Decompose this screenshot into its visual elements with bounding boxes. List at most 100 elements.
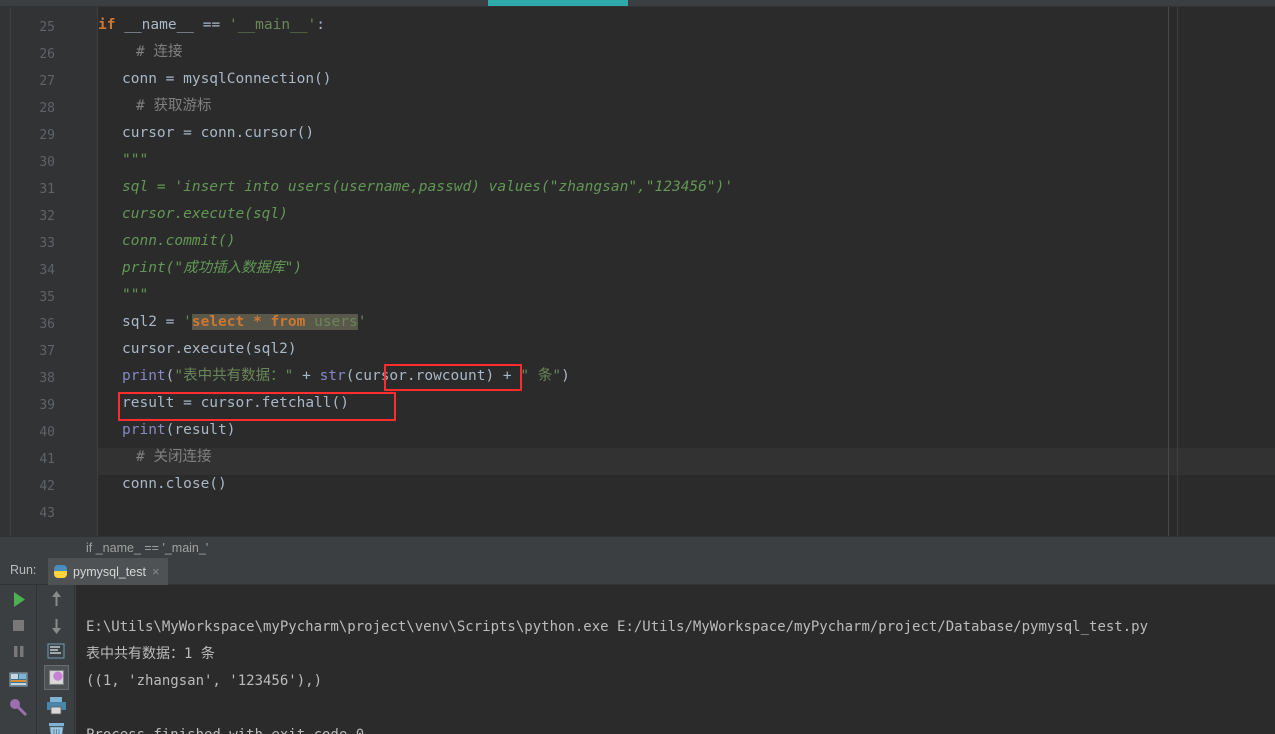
pause-icon (14, 646, 24, 657)
console-line-command: E:\Utils\MyWorkspace\myPycharm\project\v… (86, 619, 1149, 635)
string-rowcount-suffix: " 条" (520, 368, 562, 384)
run-toolbar-right (38, 585, 75, 734)
run-tab-pymysql-test[interactable]: pymysql_test × (48, 558, 168, 585)
code-line-29[interactable]: cursor = conn.cursor() (122, 120, 314, 147)
print-output-button[interactable] (6, 667, 31, 692)
line-number: 26 (39, 47, 55, 62)
code-folding-strip[interactable] (61, 7, 148, 536)
line-number: 35 (39, 290, 55, 305)
code-line-28[interactable]: # 获取游标 (136, 93, 211, 120)
code-line-27[interactable]: conn = mysqlConnection() (122, 66, 332, 93)
scroll-end-icon (49, 670, 64, 685)
keyword-if: if (98, 17, 116, 33)
close-icon[interactable]: × (152, 565, 160, 578)
editor-marker-strip[interactable] (0, 7, 10, 536)
stop-icon (13, 620, 24, 631)
line-number: 37 (39, 344, 55, 359)
python-file-icon (54, 565, 67, 578)
breadcrumb[interactable]: if _name_ == '_main_' (0, 536, 1275, 558)
console-line-exit: Process finished with exit code 0 (86, 723, 364, 734)
pause-button[interactable] (6, 639, 31, 664)
soft-wrap-button[interactable] (44, 639, 69, 664)
console-scrollbar[interactable] (1265, 585, 1275, 734)
code-editor[interactable]: 25 26 27 28 29 30 31 32 33 34 35 36 37 3… (0, 0, 1275, 536)
console-line-rowcount: 表中共有数据：1 条 (86, 646, 215, 662)
builtin-str: str (319, 368, 346, 384)
code-line-42[interactable]: conn.close() (122, 471, 227, 498)
code-line-39[interactable]: result = cursor.fetchall() (122, 390, 349, 417)
docstring-body: print("成功插入数据库") (122, 260, 303, 276)
comment-text: # 关闭连接 (136, 449, 212, 465)
code-text-area[interactable]: if __name__ == '__main__': # 连接 conn = m… (98, 7, 1275, 536)
paren-close: ) (561, 368, 570, 384)
comment-text: # 连接 (136, 44, 183, 60)
assign-lhs: sql2 = (122, 314, 184, 330)
line-number: 40 (39, 425, 55, 440)
docstring-body: conn.commit() (122, 233, 236, 249)
sql-keyword-from: from (270, 314, 306, 330)
code-line-35[interactable]: """ (122, 282, 148, 309)
code-line-37[interactable]: cursor.execute(sql2) (122, 336, 297, 363)
paren-close: ) (226, 422, 236, 438)
sql-selection[interactable]: select * from users (191, 314, 358, 330)
code-line-41[interactable]: # 关闭连接 (136, 444, 211, 471)
arrow-up-icon (52, 591, 61, 606)
sql-table-users: users (305, 314, 358, 330)
code-line-31[interactable]: sql = 'insert into users(username,passwd… (122, 174, 733, 201)
docstring-body: cursor.execute(sql) (122, 206, 288, 222)
run-tool-window: Run: pymysql_test × E:\Utils\MyWorkspace… (0, 558, 1275, 734)
scroll-to-end-button[interactable] (44, 665, 69, 690)
builtin-print: print (122, 368, 166, 384)
rerun-button[interactable] (6, 587, 31, 612)
run-toolbar-left (0, 585, 37, 734)
line-number: 33 (39, 236, 55, 251)
run-tab-label: pymysql_test (73, 564, 146, 579)
up-stack-button[interactable] (44, 587, 69, 612)
code-line-25[interactable]: if __name__ == '__main__': (98, 12, 325, 39)
breadcrumb-path[interactable]: if _name_ == '_main_' (86, 539, 208, 558)
operator-eq: == (202, 17, 221, 33)
wrap-icon (47, 643, 65, 659)
paren-close-2: ) (485, 368, 495, 384)
pin-tab-button[interactable] (6, 695, 31, 720)
console-output[interactable]: E:\Utils\MyWorkspace\myPycharm\project\v… (76, 585, 1275, 734)
string-rowcount-prefix: "表中共有数据：" (174, 368, 294, 384)
code-line-32[interactable]: cursor.execute(sql) (122, 201, 288, 228)
code-line-36[interactable]: sql2 = 'select * from users' (122, 309, 366, 336)
docstring-close: """ (122, 287, 149, 303)
line-number: 29 (39, 128, 55, 143)
sql-star: * (244, 314, 271, 330)
console-line-result: ((1, 'zhangsan', '123456'),) (86, 673, 323, 689)
code-line-38[interactable]: print("表中共有数据：" + str(cursor.rowcount) +… (122, 363, 570, 390)
statement: conn.close() (122, 476, 227, 492)
line-number-gutter: 25 26 27 28 29 30 31 32 33 34 35 36 37 3… (11, 7, 61, 536)
statement: conn = mysqlConnection() (122, 71, 332, 87)
line-number: 25 (39, 20, 55, 35)
line-number: 41 (39, 452, 55, 467)
line-number: 28 (39, 101, 55, 116)
code-line-33[interactable]: conn.commit() (122, 228, 236, 255)
trash-icon (49, 723, 64, 734)
string-main: '__main__' (228, 17, 317, 33)
code-line-40[interactable]: print(result) (122, 417, 236, 444)
editor-right-divider (1177, 7, 1178, 536)
printer-icon (47, 697, 66, 715)
arrow-down-icon (52, 619, 61, 634)
run-tool-header: Run: pymysql_test × (0, 558, 1275, 585)
statement: cursor.execute(sql2) (122, 341, 297, 357)
code-line-34[interactable]: print("成功插入数据库") (122, 255, 302, 282)
print-button[interactable] (44, 693, 69, 718)
line-number: 31 (39, 182, 55, 197)
code-line-30[interactable]: """ (122, 147, 148, 174)
console-icon (9, 672, 28, 687)
clear-all-button[interactable] (44, 719, 69, 734)
statement-fetchall: result = cursor.fetchall() (122, 395, 349, 411)
builtin-print: print (122, 422, 166, 438)
stop-button[interactable] (6, 613, 31, 638)
name-dunder: __name__ (124, 17, 195, 33)
line-number: 30 (39, 155, 55, 170)
code-line-26[interactable]: # 连接 (136, 39, 182, 66)
down-stack-button[interactable] (44, 613, 69, 638)
quote-open: ' (183, 314, 192, 330)
line-number: 36 (39, 317, 55, 332)
